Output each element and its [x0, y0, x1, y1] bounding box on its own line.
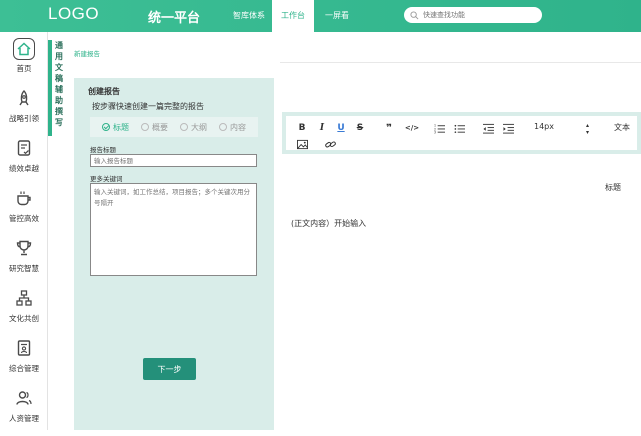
top-header: LOGO 统一平台 智库体系 工作台 一屏看: [0, 0, 641, 32]
sidebar-item-label: 绩效卓越: [9, 164, 39, 173]
file-user-icon: [13, 338, 35, 360]
step-title[interactable]: 标题: [102, 122, 129, 133]
step-label: 概要: [152, 122, 168, 132]
radio-circle-icon: [180, 123, 188, 131]
outdent-icon[interactable]: [482, 122, 494, 134]
rocket-icon: [13, 88, 35, 110]
radio-circle-icon: [219, 123, 227, 131]
logo: LOGO: [48, 4, 100, 23]
keywords-label: 更多关键词: [90, 175, 123, 183]
sidebar-item-hr[interactable]: 人资管理: [0, 386, 48, 436]
step-label: 内容: [230, 122, 246, 132]
sidebar-item-home[interactable]: 首页: [0, 36, 48, 86]
step-label: 大纲: [191, 122, 207, 132]
trophy-icon: [13, 238, 35, 260]
users-icon: [13, 388, 35, 410]
panel-title: 创建报告: [88, 87, 120, 96]
sidebar-item-label: 人资管理: [9, 414, 39, 423]
toolbar-inner: B I U S ❞ </> 123 14px ▴ ▾ 文本: [286, 116, 637, 150]
sidebar-item-label: 文化共创: [9, 314, 39, 323]
editor-body[interactable]: (正文内容）开始输入: [291, 218, 366, 229]
search-input[interactable]: [423, 11, 533, 19]
sidebar-item-research[interactable]: 研究智慧: [0, 236, 48, 286]
search-icon: [410, 10, 419, 19]
step-content[interactable]: 内容: [219, 122, 246, 133]
sidebar-item-general[interactable]: 综合管理: [0, 336, 48, 386]
check-circle-icon: [102, 123, 110, 131]
document-check-icon: [13, 138, 35, 160]
sidebar-item-label: 首页: [16, 64, 32, 73]
sidebar-item-performance[interactable]: 绩效卓越: [0, 136, 48, 186]
editor-heading[interactable]: 标题: [605, 182, 621, 193]
breadcrumb[interactable]: 新建报告: [74, 48, 100, 58]
nav-tab-one-screen[interactable]: 一屏看: [316, 0, 358, 32]
indent-icon[interactable]: [502, 122, 514, 134]
sidebar-item-strategy[interactable]: 战略引领: [0, 86, 48, 136]
radio-circle-icon: [141, 123, 149, 131]
sidebar-item-label: 研究智慧: [9, 264, 39, 273]
quote-button[interactable]: ❞: [383, 122, 395, 134]
font-size-stepper-icon[interactable]: ▴ ▾: [586, 122, 589, 136]
home-icon: [13, 38, 35, 60]
link-icon[interactable]: [324, 138, 336, 150]
bullet-list-icon[interactable]: [453, 122, 465, 134]
keywords-textarea[interactable]: [90, 183, 257, 276]
step-outline[interactable]: 大纲: [180, 122, 207, 133]
panel-description: 按步骤快速创建一篇完整的报告: [92, 102, 204, 111]
nav-tab-think-tank[interactable]: 智库体系: [226, 0, 272, 32]
sidebar: 首页 战略引领 绩效卓越 管控高效 研究智慧 文化共创 综合管理 人资管理: [0, 32, 48, 430]
step-summary[interactable]: 概要: [141, 122, 168, 133]
platform-title: 统一平台: [148, 11, 201, 26]
underline-button[interactable]: U: [335, 122, 347, 134]
report-title-input[interactable]: [90, 154, 257, 167]
sidebar-item-control[interactable]: 管控高效: [0, 186, 48, 236]
report-title-label: 报告标题: [90, 146, 116, 154]
step-label: 标题: [113, 122, 129, 132]
italic-button[interactable]: I: [316, 122, 328, 134]
sidebar-item-culture[interactable]: 文化共创: [0, 286, 48, 336]
step-indicator: 标题 概要 大纲 内容: [90, 117, 258, 137]
image-icon[interactable]: [296, 138, 308, 150]
divider: [280, 62, 641, 63]
sub-navigation: 通用文稿辅助撰写: [48, 32, 68, 430]
svg-text:3: 3: [434, 130, 436, 133]
text-style-select[interactable]: 文本: [614, 122, 630, 133]
sidebar-item-label: 管控高效: [9, 214, 39, 223]
create-report-panel: 创建报告 按步骤快速创建一篇完整的报告 标题 概要 大纲 内容 报告标题 更多关…: [74, 78, 274, 430]
ordered-list-icon[interactable]: 123: [433, 122, 445, 134]
hierarchy-icon: [13, 288, 35, 310]
nav-tab-workbench[interactable]: 工作台: [272, 0, 314, 32]
cup-icon: [13, 188, 35, 210]
code-button[interactable]: </>: [404, 122, 420, 134]
search-box[interactable]: [404, 7, 542, 23]
sidebar-item-label: 战略引领: [9, 114, 39, 123]
strikethrough-button[interactable]: S: [354, 122, 366, 134]
editor-toolbar: B I U S ❞ </> 123 14px ▴ ▾ 文本: [282, 112, 641, 154]
bold-button[interactable]: B: [296, 122, 308, 134]
sidebar-item-label: 综合管理: [9, 364, 39, 373]
font-size-select[interactable]: 14px: [534, 122, 554, 131]
subnav-item-doc-assist[interactable]: 通用文稿辅助撰写: [52, 40, 66, 128]
next-step-button[interactable]: 下一步: [143, 358, 196, 380]
